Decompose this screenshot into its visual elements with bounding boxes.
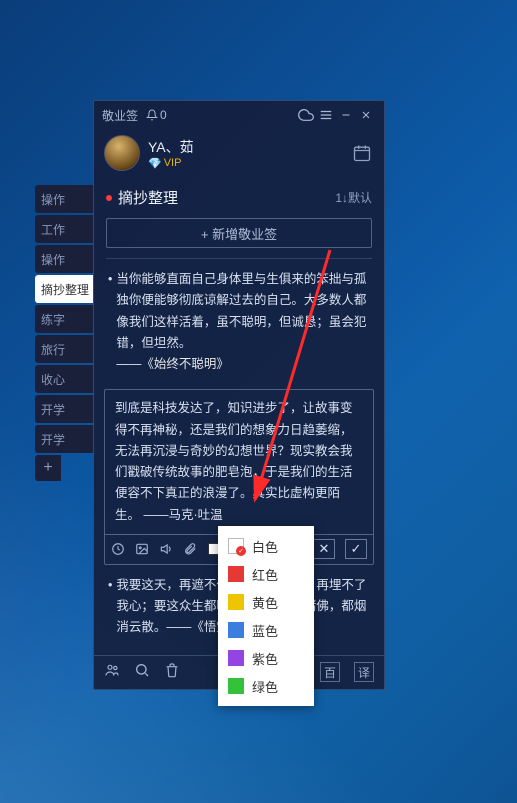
color-option[interactable]: 红色 <box>218 560 314 588</box>
check-icon: ✓ <box>236 546 246 556</box>
sound-icon[interactable] <box>159 542 173 556</box>
side-tab[interactable]: 收心 <box>35 365 93 393</box>
color-option[interactable]: 黄色 <box>218 588 314 616</box>
color-label: 紫色 <box>252 649 278 668</box>
profile-row: YA、茹 💎 VIP <box>94 129 384 181</box>
color-option[interactable]: 绿色 <box>218 672 314 700</box>
color-label: 红色 <box>252 565 278 584</box>
notifications-button[interactable]: 0 <box>146 108 167 122</box>
color-option[interactable]: ✓ 白色 <box>218 532 314 560</box>
red-dot-icon <box>106 195 112 201</box>
menu-icon[interactable] <box>316 105 336 125</box>
clock-icon[interactable] <box>111 542 125 556</box>
color-option[interactable]: 蓝色 <box>218 616 314 644</box>
side-tab-active[interactable]: 摘抄整理 <box>35 275 93 303</box>
side-tab[interactable]: 操作 <box>35 185 93 213</box>
search-icon[interactable] <box>134 662 150 683</box>
app-name: 敬业签 <box>102 107 138 124</box>
titlebar: 敬业签 0 <box>94 101 384 129</box>
add-tab-button[interactable]: + <box>35 455 61 481</box>
color-swatch-icon <box>228 622 244 638</box>
side-tab[interactable]: 旅行 <box>35 335 93 363</box>
cloud-icon[interactable] <box>296 105 316 125</box>
editor-textarea[interactable]: 到底是科技发达了，知识进步了，让故事变得不再神秘，还是我们的想象力日趋萎缩，无法… <box>105 390 373 534</box>
color-label: 绿色 <box>252 677 278 696</box>
footer-link-bai[interactable]: 百 <box>320 662 340 682</box>
profile-name: YA、茹 <box>148 137 194 157</box>
notification-count: 0 <box>160 108 167 122</box>
diamond-icon: 💎 <box>148 157 162 170</box>
footer-link-yi[interactable]: 译 <box>354 662 374 682</box>
note-attribution: ——《始终不聪明》 <box>116 357 229 371</box>
color-label: 黄色 <box>252 593 278 612</box>
color-swatch-icon <box>228 650 244 666</box>
trash-icon[interactable] <box>164 662 180 683</box>
note-text: 当你能够直面自己身体里与生俱来的笨拙与孤独你便能够彻底谅解过去的自己。大多数人都… <box>116 272 366 350</box>
avatar[interactable] <box>104 135 140 171</box>
vip-badge: 💎 VIP <box>148 157 194 170</box>
cancel-button[interactable]: ✕ <box>313 539 335 559</box>
side-tab[interactable]: 开学 <box>35 395 93 423</box>
color-label: 白色 <box>252 537 278 556</box>
color-swatch-icon <box>228 566 244 582</box>
color-swatch-icon <box>228 678 244 694</box>
side-tab[interactable]: 开学 <box>35 425 93 453</box>
sort-button[interactable]: 1↓默认 <box>335 189 372 206</box>
bullet-icon: • <box>108 575 112 639</box>
section-header: 摘抄整理 1↓默认 <box>94 181 384 214</box>
side-tab[interactable]: 工作 <box>35 215 93 243</box>
side-tab[interactable]: 练字 <box>35 305 93 333</box>
confirm-button[interactable]: ✓ <box>345 539 367 559</box>
color-menu: ✓ 白色红色黄色蓝色紫色绿色 <box>218 526 314 706</box>
close-button[interactable] <box>356 105 376 125</box>
color-label: 蓝色 <box>252 621 278 640</box>
calendar-icon[interactable] <box>350 141 374 165</box>
color-swatch-icon <box>228 594 244 610</box>
minimize-button[interactable] <box>336 105 356 125</box>
add-note-button[interactable]: + 新增敬业签 <box>106 218 372 248</box>
divider <box>106 258 372 259</box>
section-title: 摘抄整理 <box>118 187 178 208</box>
bullet-icon: • <box>108 269 112 375</box>
image-icon[interactable] <box>135 542 149 556</box>
team-icon[interactable] <box>104 662 120 683</box>
note-item[interactable]: • 当你能够直面自己身体里与生俱来的笨拙与孤独你便能够彻底谅解过去的自己。大多数… <box>94 261 384 383</box>
side-tab-list: 操作 工作 操作 摘抄整理 练字 旅行 收心 开学 开学 + <box>35 185 93 483</box>
attachment-icon[interactable] <box>183 542 197 556</box>
side-tab[interactable]: 操作 <box>35 245 93 273</box>
color-option[interactable]: 紫色 <box>218 644 314 672</box>
color-swatch-icon: ✓ <box>228 538 244 554</box>
